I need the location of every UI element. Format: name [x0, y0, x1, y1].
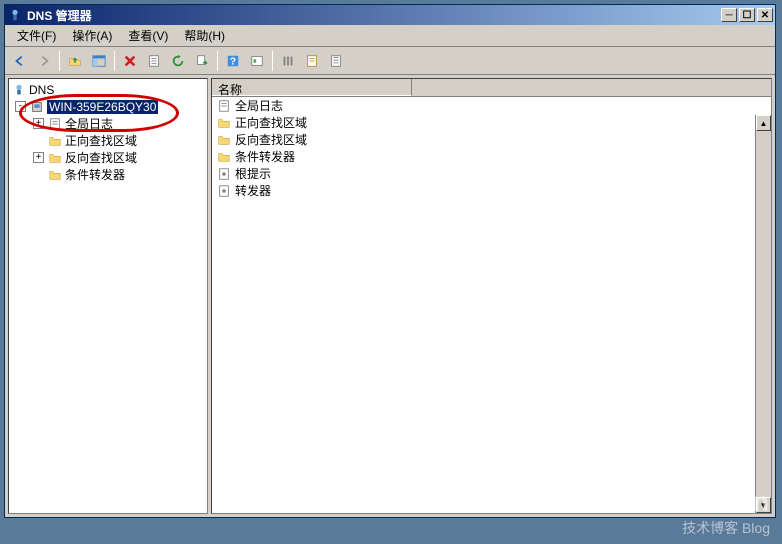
list-item-label: 根提示 [235, 165, 271, 182]
forward-button[interactable] [33, 50, 55, 72]
window-title: DNS 管理器 [27, 7, 721, 24]
action2-button[interactable] [246, 50, 268, 72]
watermark-line1: 51CTO.com [606, 486, 770, 518]
list-item-label: 条件转发器 [235, 148, 295, 165]
titlebar[interactable]: DNS 管理器 ─ ☐ ✕ [5, 5, 775, 25]
menu-action[interactable]: 操作(A) [64, 25, 120, 46]
new-record-button[interactable] [325, 50, 347, 72]
folder-icon [47, 167, 63, 183]
record-icon [216, 166, 232, 182]
tree-global-log-label: 全局日志 [65, 115, 113, 132]
server-icon [29, 99, 45, 115]
scroll-up-icon[interactable]: ▲ [756, 115, 771, 131]
minimize-button[interactable]: ─ [721, 8, 737, 22]
menu-help[interactable]: 帮助(H) [176, 25, 233, 46]
tree-forward-zone-label: 正向查找区域 [65, 132, 137, 149]
tree-global-log[interactable]: + 全局日志 [11, 115, 205, 132]
dns-icon [11, 82, 27, 98]
show-hide-tree-button[interactable] [88, 50, 110, 72]
expand-icon[interactable]: + [33, 118, 44, 129]
tree-server[interactable]: - WIN-359E26BQY30 [11, 98, 205, 115]
list-item-label: 转发器 [235, 182, 271, 199]
separator [59, 51, 60, 71]
list-body[interactable]: 全局日志 正向查找区域 反向查找区域 条件转发器 根提示 [212, 97, 771, 513]
toolbar: ? [5, 47, 775, 75]
column-name[interactable]: 名称 [212, 79, 412, 96]
watermark: 51CTO.com 技术博客 Blog [606, 486, 770, 538]
record-icon [216, 183, 232, 199]
list-header: 名称 [212, 79, 771, 97]
help-button[interactable]: ? [222, 50, 244, 72]
folder-icon [47, 150, 63, 166]
expand-icon[interactable]: + [33, 152, 44, 163]
tree-server-label: WIN-359E26BQY30 [47, 100, 158, 114]
log-icon [216, 98, 232, 114]
list-item-root-hints[interactable]: 根提示 [212, 165, 771, 182]
list-item-label: 全局日志 [235, 97, 283, 114]
list-item-reverse-zone[interactable]: 反向查找区域 [212, 131, 771, 148]
back-button[interactable] [9, 50, 31, 72]
list-item-label: 正向查找区域 [235, 114, 307, 131]
filter-button[interactable] [277, 50, 299, 72]
tree-forward-zone[interactable]: 正向查找区域 [11, 132, 205, 149]
maximize-button[interactable]: ☐ [739, 8, 755, 22]
up-button[interactable] [64, 50, 86, 72]
window-main: DNS 管理器 ─ ☐ ✕ 文件(F) 操作(A) 查看(V) 帮助(H) ? [4, 4, 776, 518]
menu-file[interactable]: 文件(F) [9, 25, 64, 46]
tree-conditional-forwarders-label: 条件转发器 [65, 166, 125, 183]
list-item-forward-zone[interactable]: 正向查找区域 [212, 114, 771, 131]
svg-text:?: ? [230, 55, 236, 67]
folder-icon [216, 132, 232, 148]
content-area: DNS - WIN-359E26BQY30 + 全局日志 正向查找区域 + 反向… [5, 75, 775, 517]
delete-button[interactable] [119, 50, 141, 72]
tree-conditional-forwarders[interactable]: 条件转发器 [11, 166, 205, 183]
close-button[interactable]: ✕ [757, 8, 773, 22]
separator [272, 51, 273, 71]
tree-root-dns[interactable]: DNS [11, 81, 205, 98]
app-icon [7, 7, 23, 23]
log-icon [47, 116, 63, 132]
folder-icon [216, 149, 232, 165]
list-item-conditional-forwarders[interactable]: 条件转发器 [212, 148, 771, 165]
scrollbar-vertical[interactable]: ▲ ▼ [755, 115, 771, 513]
list-item-global-log[interactable]: 全局日志 [212, 97, 771, 114]
folder-icon [47, 133, 63, 149]
tree-reverse-zone-label: 反向查找区域 [65, 149, 137, 166]
separator [114, 51, 115, 71]
tree-panel[interactable]: DNS - WIN-359E26BQY30 + 全局日志 正向查找区域 + 反向… [8, 78, 208, 514]
folder-icon [216, 115, 232, 131]
menubar: 文件(F) 操作(A) 查看(V) 帮助(H) [5, 25, 775, 47]
list-item-label: 反向查找区域 [235, 131, 307, 148]
new-zone-button[interactable] [301, 50, 323, 72]
separator [217, 51, 218, 71]
list-item-forwarders[interactable]: 转发器 [212, 182, 771, 199]
list-panel: 名称 全局日志 正向查找区域 反向查找区域 条件转发器 [211, 78, 772, 514]
tree-reverse-zone[interactable]: + 反向查找区域 [11, 149, 205, 166]
menu-view[interactable]: 查看(V) [120, 25, 176, 46]
refresh-button[interactable] [167, 50, 189, 72]
export-button[interactable] [191, 50, 213, 72]
watermark-line2: 技术博客 Blog [606, 518, 770, 538]
properties-button[interactable] [143, 50, 165, 72]
collapse-icon[interactable]: - [15, 101, 26, 112]
tree-root-label: DNS [29, 83, 54, 97]
